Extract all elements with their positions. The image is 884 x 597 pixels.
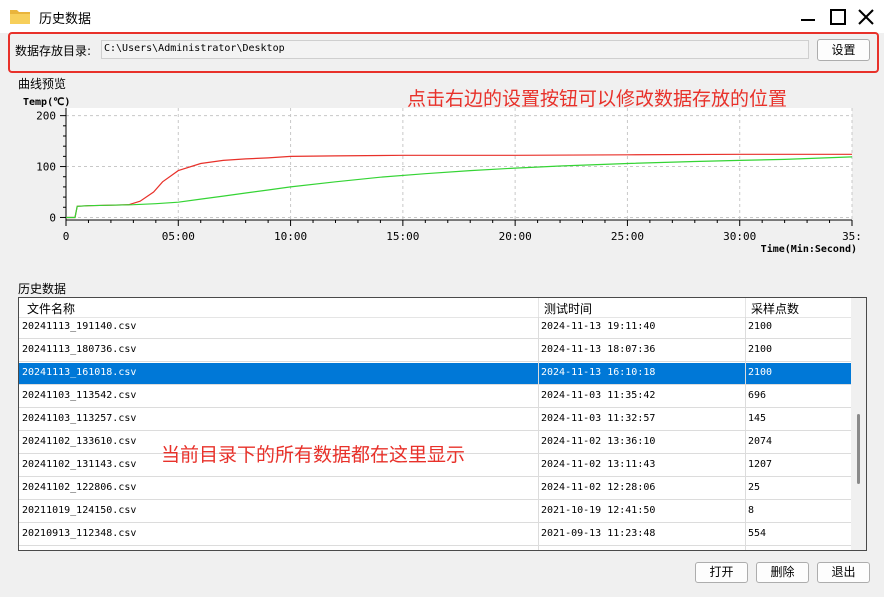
file-name-cell: 20241102_133610.csv (22, 436, 137, 447)
history-table: 文件名称 测试时间 采样点数 20241113_191140.csv 2024-1… (18, 297, 867, 551)
sample-count-cell: 145 (748, 413, 767, 424)
test-time-cell: 2021-10-19 12:41:50 (541, 505, 656, 516)
column-header-sample-count[interactable]: 采样点数 (751, 300, 799, 317)
file-name-cell: 20210913_112348.csv (22, 528, 137, 539)
sample-count-cell: 8 (748, 505, 755, 516)
test-time-cell: 2024-11-13 16:10:18 (541, 367, 656, 378)
sample-count-cell: 696 (748, 390, 767, 401)
table-header: 文件名称 测试时间 采样点数 (19, 298, 851, 318)
title-bar: 历史数据 (0, 0, 884, 33)
window-title: 历史数据 (39, 12, 92, 27)
y-tick-label: 0 (49, 211, 56, 224)
file-name-cell: 20241102_122806.csv (22, 482, 137, 493)
x-tick-label: 20:00 (499, 230, 532, 243)
x-tick-label: 10:00 (274, 230, 307, 243)
plot-area (66, 108, 852, 220)
file-name-cell: 20241103_113542.csv (22, 390, 137, 401)
test-time-cell: 2021-09-13 11:23:48 (541, 528, 656, 539)
table-row[interactable]: 20211019_124150.csv 2021-10-19 12:41:50 8 (19, 501, 851, 523)
close-icon[interactable] (853, 4, 879, 30)
x-tick-label: 0 (63, 230, 70, 243)
sample-count-cell: 1207 (748, 459, 773, 470)
test-time-cell: 2024-11-02 13:36:10 (541, 436, 656, 447)
file-name-cell: 20241113_191140.csv (22, 321, 137, 332)
y-tick-label: 100 (36, 161, 56, 174)
file-name-cell: 20211019_124150.csv (22, 505, 137, 516)
test-time-cell: 2024-11-13 19:11:40 (541, 321, 656, 332)
test-time-cell: 2024-11-02 12:28:06 (541, 482, 656, 493)
table-row[interactable]: 20241103_113542.csv 2024-11-03 11:35:42 69… (19, 386, 851, 408)
test-time-cell: 2024-11-03 11:35:42 (541, 390, 656, 401)
directory-label: 数据存放目录: (15, 44, 92, 58)
sample-count-cell: 554 (748, 528, 767, 539)
exit-button[interactable]: 退出 (817, 562, 870, 583)
table-row[interactable]: 20241103_113257.csv 2024-11-03 11:32:57 14… (19, 409, 851, 431)
table-row[interactable]: 20241113_180736.csv 2024-11-13 18:07:36 21… (19, 340, 851, 362)
table-row[interactable]: 20241102_122806.csv 2024-11-02 12:28:06 25 (19, 478, 851, 500)
table-row[interactable]: 20241113_191140.csv 2024-11-13 19:11:40 21… (19, 317, 851, 339)
file-name-cell: 20241102_131143.csv (22, 459, 137, 470)
minimize-icon[interactable] (795, 4, 821, 30)
history-label: 历史数据 (18, 282, 67, 296)
y-tick-label: 200 (36, 110, 56, 123)
sample-count-cell: 2100 (748, 344, 773, 355)
sample-count-cell: 25 (748, 482, 761, 493)
test-time-cell: 2024-11-03 11:32:57 (541, 413, 656, 424)
maximize-icon[interactable] (825, 4, 851, 30)
delete-button[interactable]: 删除 (756, 562, 809, 583)
file-name-cell: 20241103_113257.csv (22, 413, 137, 424)
directory-path-field[interactable]: C:\Users\Administrator\Desktop (101, 40, 809, 59)
x-tick-label: 05:00 (162, 230, 195, 243)
x-tick-label: 30:00 (723, 230, 756, 243)
x-tick-label: 15:00 (386, 230, 419, 243)
test-time-cell: 2024-11-02 13:11:43 (541, 459, 656, 470)
sample-count-cell: 2074 (748, 436, 773, 447)
x-tick-label: 25:00 (611, 230, 644, 243)
scrollbar-thumb[interactable] (857, 414, 860, 484)
table-scrollbar[interactable] (851, 298, 866, 550)
column-header-filename[interactable]: 文件名称 (27, 300, 75, 317)
file-name-cell: 20241113_180736.csv (22, 344, 137, 355)
sample-count-cell: 2100 (748, 321, 773, 332)
open-button[interactable]: 打开 (695, 562, 748, 583)
y-axis-label: Temp(℃) (23, 97, 70, 108)
x-axis-label: Time(Min:Second) (761, 243, 857, 255)
test-time-cell: 2024-11-13 18:07:36 (541, 344, 656, 355)
settings-button[interactable]: 设置 (817, 39, 870, 61)
curve-preview-chart: 0 100 200 0 05:00 10:00 15:00 20:00 25:00 30:00 35… (23, 97, 862, 255)
x-tick-label: 35: (842, 230, 862, 243)
column-header-test-time[interactable]: 测试时间 (544, 300, 592, 317)
sample-count-cell: 2100 (748, 367, 773, 378)
file-name-cell: 20241113_161018.csv (22, 367, 137, 378)
table-row[interactable]: 20241113_161018.csv 2024-11-13 16:10:18 21… (19, 363, 851, 385)
annotation-data-list-hint: 当前目录下的所有数据都在这里显示 (161, 444, 466, 466)
table-row[interactable]: 20210913_112348.csv 2021-09-13 11:23:48 55… (19, 524, 851, 546)
folder-icon (9, 7, 31, 25)
